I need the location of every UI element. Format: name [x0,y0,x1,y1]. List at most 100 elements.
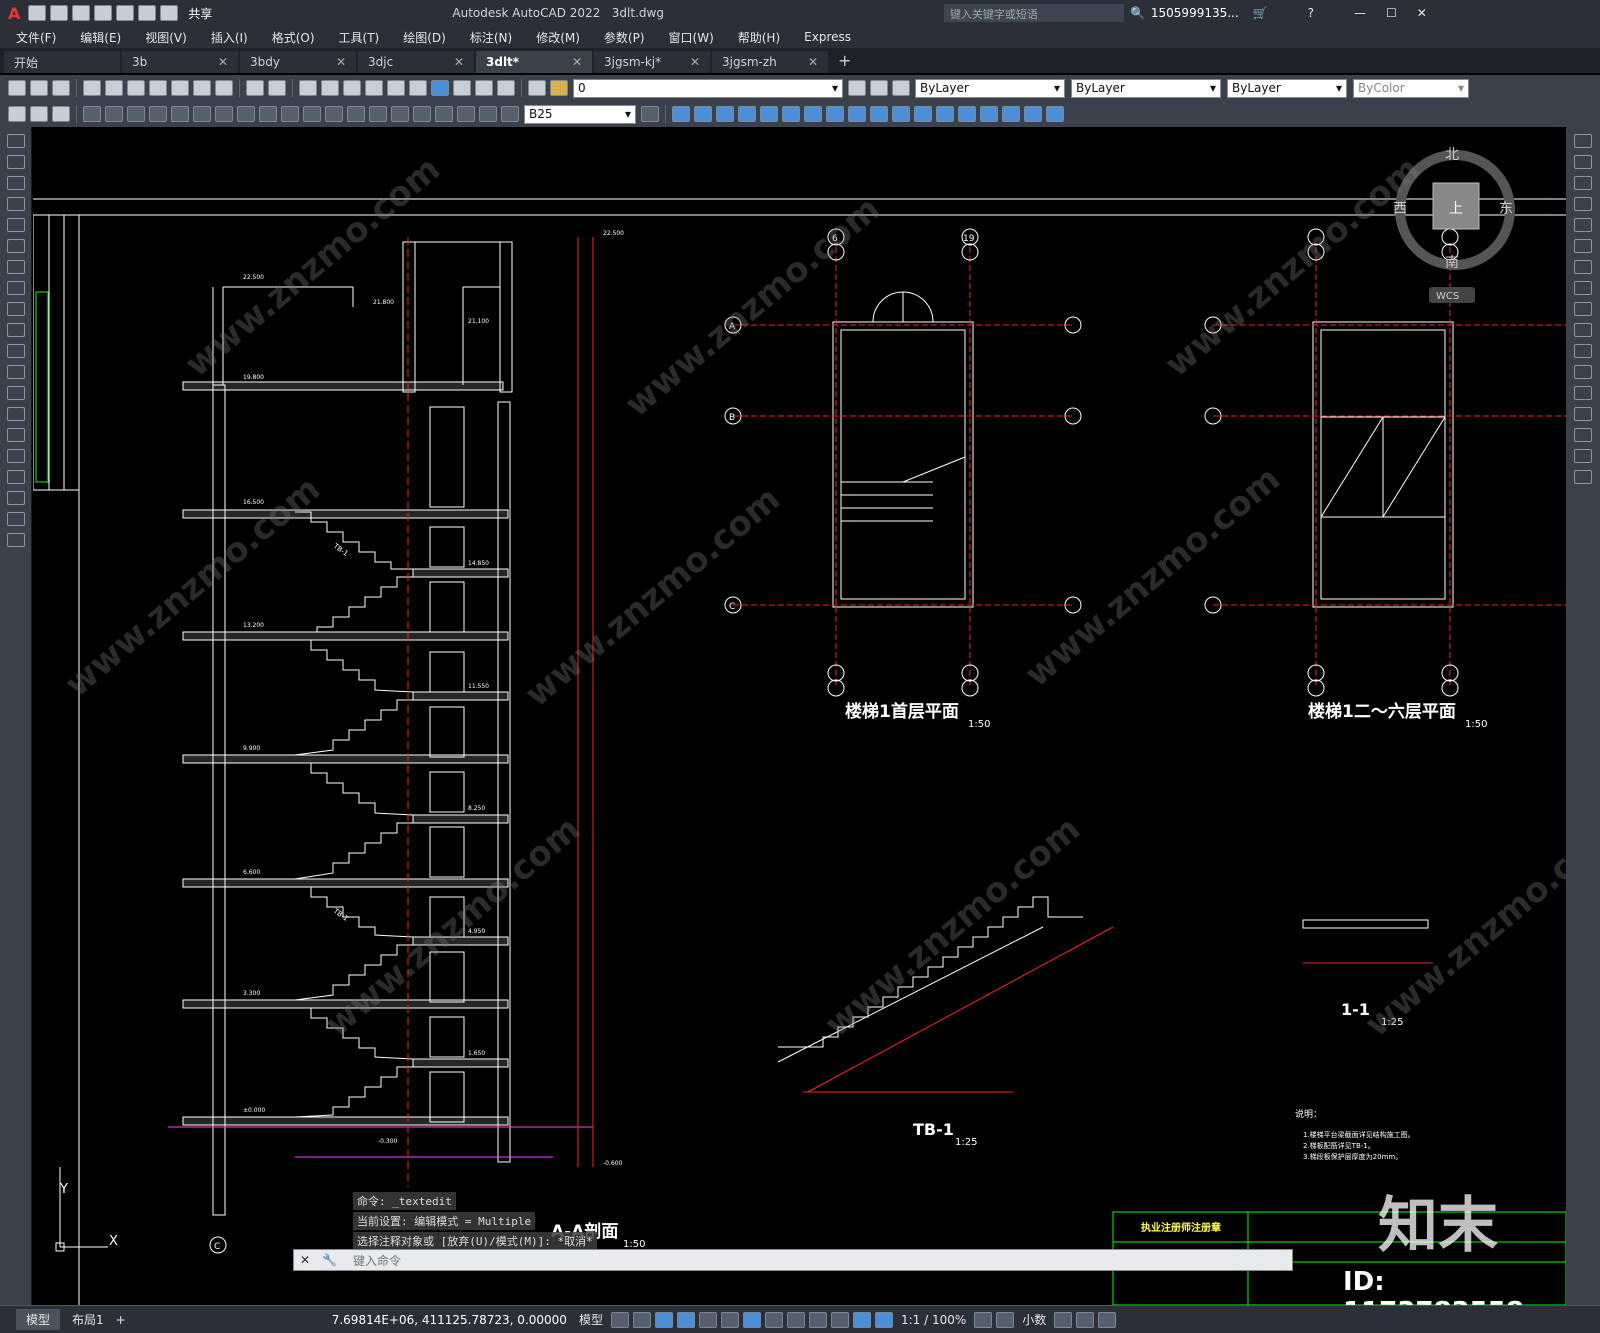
tab-3jgsm-kj[interactable]: 3jgsm-kj* ✕ [594,51,710,73]
tab-3bdy[interactable]: 3bdy ✕ [240,51,356,73]
intersect-icon[interactable] [892,106,910,122]
viewcube-east[interactable]: 东 [1499,201,1513,217]
ellipse-icon[interactable] [6,323,25,337]
search-icon[interactable]: 🔍 [1130,6,1145,20]
wrench-icon[interactable]: 🔧 [322,1253,337,1267]
dimstyle-dropdown[interactable]: B25 ▾ [524,104,636,124]
new-icon[interactable] [28,5,47,21]
app-logo-icon[interactable]: A [8,4,20,23]
undo-icon[interactable] [138,5,157,21]
menu-file[interactable]: 文件(F) [16,29,56,46]
cut-icon[interactable] [149,80,167,96]
trim-icon[interactable] [1574,323,1592,337]
dimstyle-icon[interactable] [641,106,659,122]
layer-state-icon[interactable] [550,80,568,96]
help-icon[interactable]: ? [1308,6,1314,20]
dim-aligned-icon[interactable] [105,106,123,122]
selection-cycling-icon[interactable] [808,1311,827,1328]
3d-osnap-icon[interactable] [830,1311,849,1328]
redo-icon[interactable] [160,5,179,21]
tab-3djc[interactable]: 3djc ✕ [358,51,474,73]
open-icon[interactable] [30,80,48,96]
mtext-icon[interactable] [6,512,25,526]
viewcube-north[interactable]: 北 [1445,147,1459,163]
table-icon[interactable] [6,491,25,505]
toolpalette-icon[interactable] [409,80,427,96]
dim-edit-icon[interactable] [457,106,475,122]
designcenter-icon[interactable] [387,80,405,96]
object-snap-tracking-icon[interactable] [720,1311,739,1328]
close-icon[interactable]: ✕ [808,55,818,69]
dim-ordinate-icon[interactable] [149,106,167,122]
zoom-icon[interactable] [321,80,339,96]
layout-tab-layout1[interactable]: 布局1 [72,1311,104,1328]
properties-icon[interactable] [365,80,383,96]
dim-diameter-icon[interactable] [215,106,233,122]
dim-arc-icon[interactable] [127,106,145,122]
mirror-icon[interactable] [1574,176,1592,190]
rotate-icon[interactable] [1574,260,1592,274]
offset-icon[interactable] [1574,197,1592,211]
tab-3jgsm-zh[interactable]: 3jgsm-zh ✕ [712,51,828,73]
menu-view[interactable]: 视图(V) [145,29,187,46]
menu-format[interactable]: 格式(O) [272,29,315,46]
block-icon[interactable] [52,106,70,122]
menu-parametric[interactable]: 参数(P) [604,29,645,46]
tolerance-icon[interactable] [369,106,387,122]
layer-dropdown[interactable]: 0 ▾ [573,78,843,98]
redo-icon[interactable] [268,80,286,96]
dim-space-icon[interactable] [325,106,343,122]
minimize-button[interactable]: — [1354,6,1366,20]
field-icon[interactable] [30,106,48,122]
break-icon[interactable] [1574,365,1592,379]
move-icon[interactable] [1574,239,1592,253]
wcs-label[interactable]: WCS [1436,291,1459,302]
auto-scale-icon[interactable] [874,1311,893,1328]
menu-insert[interactable]: 插入(I) [211,29,248,46]
ellipse-arc-icon[interactable] [6,344,25,358]
solid-box-icon[interactable] [672,106,690,122]
close-icon[interactable]: ✕ [218,55,228,69]
menu-window[interactable]: 窗口(W) [669,29,714,46]
dimtext-edit-icon[interactable] [479,106,497,122]
save-icon[interactable] [72,5,91,21]
menu-dimension[interactable]: 标注(N) [470,29,512,46]
add-selected-icon[interactable] [6,533,25,547]
chamfer-icon[interactable] [1574,407,1592,421]
line-icon[interactable] [6,134,25,148]
interfere-icon[interactable] [958,106,976,122]
isolate-objects-icon[interactable] [1076,1311,1095,1328]
point-icon[interactable] [6,407,25,421]
cart-icon[interactable]: 🛒 [1253,6,1268,20]
close-icon[interactable]: ✕ [336,55,346,69]
union-icon[interactable] [848,106,866,122]
solid-wedge-icon[interactable] [782,106,800,122]
solid-torus-icon[interactable] [760,106,778,122]
qnew-icon[interactable] [8,80,26,96]
menu-modify[interactable]: 修改(M) [536,29,580,46]
render-icon[interactable] [1046,106,1064,122]
transparency-icon[interactable] [786,1311,805,1328]
table-icon[interactable] [8,106,26,122]
open-icon[interactable] [50,5,69,21]
menu-express[interactable]: Express [804,30,851,44]
layer-match-icon[interactable] [892,80,910,96]
command-line[interactable]: ✕ 🔧 键入命令 [293,1249,1293,1271]
tab-start[interactable]: 开始 [4,51,120,73]
insert-block-icon[interactable] [6,365,25,379]
circle-icon[interactable] [6,260,25,274]
solid-cylinder-icon[interactable] [694,106,712,122]
close-icon[interactable]: ✕ [300,1253,310,1267]
plot-icon[interactable] [83,80,101,96]
customize-icon[interactable] [1098,1311,1117,1328]
color-dropdown[interactable]: ByLayer ▾ [915,78,1065,98]
close-icon[interactable]: ✕ [572,55,582,69]
isodraft-icon[interactable] [698,1311,717,1328]
add-layout-button[interactable]: + [116,1313,126,1327]
sheetset-icon[interactable] [431,80,449,96]
flatshot-icon[interactable] [1002,106,1020,122]
new-tab-button[interactable]: + [838,51,851,70]
workspace-gear-icon[interactable] [974,1311,993,1328]
dim-angular-icon[interactable] [237,106,255,122]
viewcube-top[interactable]: 上 [1449,201,1463,217]
